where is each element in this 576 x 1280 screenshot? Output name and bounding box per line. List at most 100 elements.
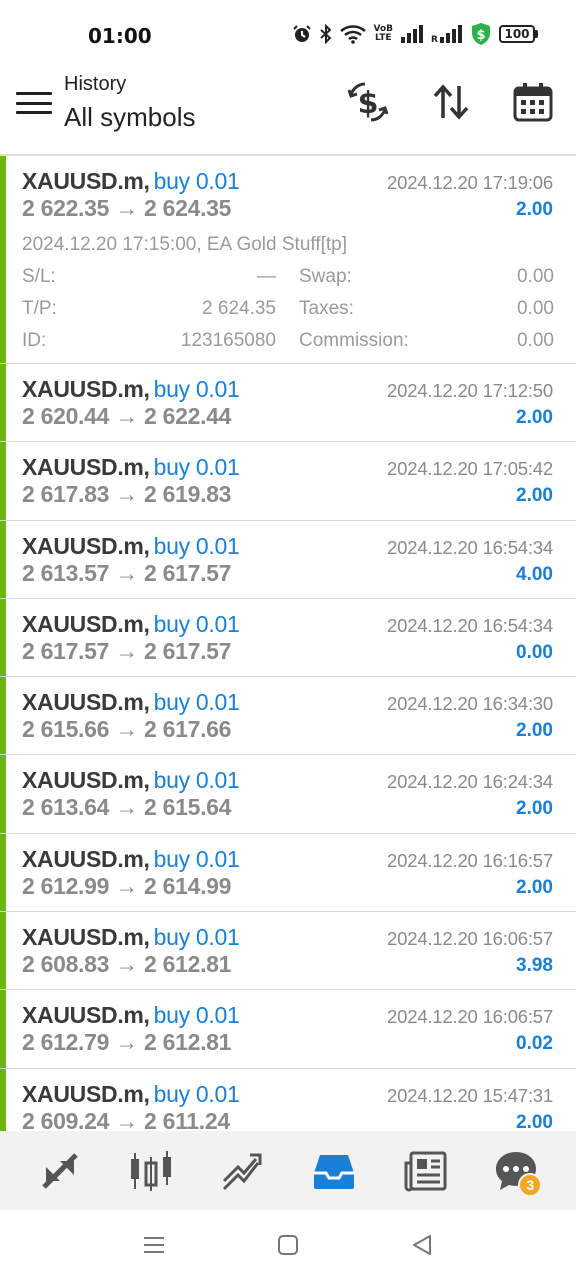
history-list[interactable]: XAUUSD.m, buy 0.01 2024.12.20 17:19:06 2 … <box>0 156 576 1131</box>
detail-row-tp-taxes: T/P: 2 624.35 Taxes: 0.00 <box>22 298 554 322</box>
hamburger-icon <box>16 92 52 95</box>
trade-symbol: XAUUSD.m, <box>22 532 150 559</box>
trade-close-time: 2024.12.20 16:34:30 <box>387 693 553 715</box>
trade-close-time: 2024.12.20 16:24:34 <box>387 771 553 793</box>
trade-profit: 0.02 <box>516 1033 553 1055</box>
battery-level: 100 <box>499 25 535 43</box>
system-navigation <box>0 1210 576 1280</box>
nav-news[interactable] <box>395 1141 455 1201</box>
status-time: 01:00 <box>88 24 152 48</box>
sl-value: — <box>257 266 276 287</box>
news-icon <box>404 1151 447 1191</box>
trade-close-time: 2024.12.20 16:54:34 <box>387 614 553 636</box>
commission-label: Commission: <box>299 330 409 351</box>
history-item[interactable]: XAUUSD.m, buy 0.01 2024.12.20 16:34:30 2 … <box>0 677 576 756</box>
trade-close-time: 2024.12.20 15:47:31 <box>387 1084 553 1106</box>
vpn-shield-icon: $ <box>472 23 490 45</box>
history-item[interactable]: XAUUSD.m, buy 0.01 2024.12.20 16:06:57 2 … <box>0 912 576 991</box>
trade-symbol: XAUUSD.m, <box>22 689 150 716</box>
trade-symbol: XAUUSD.m, <box>22 767 150 794</box>
trade-side: buy 0.01 <box>153 924 240 951</box>
history-item[interactable]: XAUUSD.m, buy 0.01 2024.12.20 16:06:57 2 … <box>0 990 576 1069</box>
trade-profit: 2.00 <box>516 1111 553 1131</box>
network-type-label: VoB LTE <box>373 24 393 43</box>
chat-badge: 3 <box>518 1172 543 1197</box>
history-icon <box>313 1154 354 1189</box>
back-button[interactable] <box>407 1230 437 1260</box>
trade-prices: 2 612.99 → 2 614.99 <box>22 872 232 899</box>
trade-symbol: XAUUSD.m, <box>22 924 150 951</box>
status-icons: VoB LTE R $ 100 <box>292 22 538 46</box>
calendar-button[interactable] <box>511 80 555 124</box>
trade-prices: 2 613.64 → 2 615.64 <box>22 794 232 821</box>
taxes-label: Taxes: <box>299 298 354 319</box>
history-item[interactable]: XAUUSD.m, buy 0.01 2024.12.20 15:47:31 2 … <box>0 1068 576 1131</box>
trade-prices: 2 613.57 → 2 617.57 <box>22 559 232 586</box>
trade-symbol: XAUUSD.m, <box>22 845 150 872</box>
deposit-withdraw-button[interactable]: $ <box>346 80 390 124</box>
sort-button[interactable] <box>429 80 473 124</box>
trade-side: buy 0.01 <box>153 1080 240 1107</box>
home-button[interactable] <box>273 1230 303 1260</box>
nav-chat[interactable]: 3 <box>486 1141 546 1201</box>
trade-prices: 2 612.79 → 2 612.81 <box>22 1029 232 1056</box>
trade-close-time: 2024.12.20 16:54:34 <box>387 536 553 558</box>
svg-text:$: $ <box>476 28 485 43</box>
id-label: ID: <box>22 330 47 351</box>
page-subtitle: History <box>64 73 127 95</box>
history-item[interactable]: XAUUSD.m, buy 0.01 2024.12.20 16:16:57 2 … <box>0 833 576 913</box>
history-item[interactable]: XAUUSD.m, buy 0.01 2024.12.20 17:12:50 2 … <box>0 364 576 443</box>
trade-prices: 2 620.44 → 2 622.44 <box>22 403 232 429</box>
trade-side: buy 0.01 <box>153 610 240 637</box>
nav-trade[interactable] <box>212 1141 272 1201</box>
menu-button[interactable] <box>14 86 54 120</box>
trade-prices: 2 617.57 → 2 617.57 <box>22 637 232 664</box>
signal-roaming-icon: R <box>431 25 462 43</box>
commission-value: 0.00 <box>517 330 554 351</box>
history-item-expanded[interactable]: XAUUSD.m, buy 0.01 2024.12.20 17:19:06 2 … <box>0 156 576 364</box>
trade-side: buy 0.01 <box>153 532 240 559</box>
nav-chart[interactable] <box>121 1141 181 1201</box>
nav-quotes[interactable] <box>30 1141 90 1201</box>
svg-text:R: R <box>431 35 438 43</box>
sl-label: S/L: <box>22 266 56 287</box>
trade-side: buy 0.01 <box>153 767 240 794</box>
home-square-icon <box>278 1235 298 1255</box>
trade-symbol: XAUUSD.m, <box>22 610 150 637</box>
trade-close-time: 2024.12.20 16:16:57 <box>387 849 553 871</box>
page-title[interactable]: All symbols <box>64 102 195 133</box>
trade-symbol: XAUUSD.m, <box>22 1080 150 1107</box>
recents-icon <box>144 1237 164 1253</box>
history-item[interactable]: XAUUSD.m, buy 0.01 2024.12.20 16:24:34 2 … <box>0 755 576 834</box>
trade-side: buy 0.01 <box>153 845 240 872</box>
status-bar: 01:00 VoB LTE R $ 100 <box>0 0 576 64</box>
svg-text:$: $ <box>358 86 379 121</box>
trade-close-time: 2024.12.20 16:06:57 <box>387 928 553 950</box>
back-triangle-icon <box>413 1235 431 1255</box>
bluetooth-icon <box>320 24 332 44</box>
toolbar: History All symbols $ <box>0 64 576 154</box>
quotes-icon <box>41 1152 78 1189</box>
trade-side: buy 0.01 <box>153 1002 240 1029</box>
signal-icon <box>401 25 423 43</box>
trade-profit: 3.98 <box>516 955 553 977</box>
trade-open-info: 2024.12.20 17:15:00, EA Gold Stuff[tp] <box>22 234 348 255</box>
history-item[interactable]: XAUUSD.m, buy 0.01 2024.12.20 16:54:34 2 … <box>0 598 576 678</box>
trade-profit: 2.00 <box>516 720 553 742</box>
history-item[interactable]: XAUUSD.m, buy 0.01 2024.12.20 16:54:34 2 … <box>0 520 576 599</box>
recents-button[interactable] <box>139 1230 169 1260</box>
trade-profit: 2.00 <box>516 798 553 820</box>
swap-label: Swap: <box>299 266 352 287</box>
nav-history[interactable] <box>304 1141 364 1201</box>
trade-side: buy 0.01 <box>153 376 240 402</box>
sort-icon <box>433 84 469 120</box>
trade-prices: 2 622.35 → 2 624.35 <box>22 195 232 221</box>
trade-symbol: XAUUSD.m, <box>22 1002 150 1029</box>
swap-value: 0.00 <box>517 266 554 287</box>
chart-icon <box>130 1150 171 1191</box>
history-item[interactable]: XAUUSD.m, buy 0.01 2024.12.20 17:05:42 2 … <box>0 442 576 521</box>
trade-symbol: XAUUSD.m, <box>22 168 150 194</box>
trade-close-time: 2024.12.20 17:19:06 <box>387 172 553 193</box>
tp-label: T/P: <box>22 298 57 319</box>
dollar-exchange-icon: $ <box>347 82 389 122</box>
